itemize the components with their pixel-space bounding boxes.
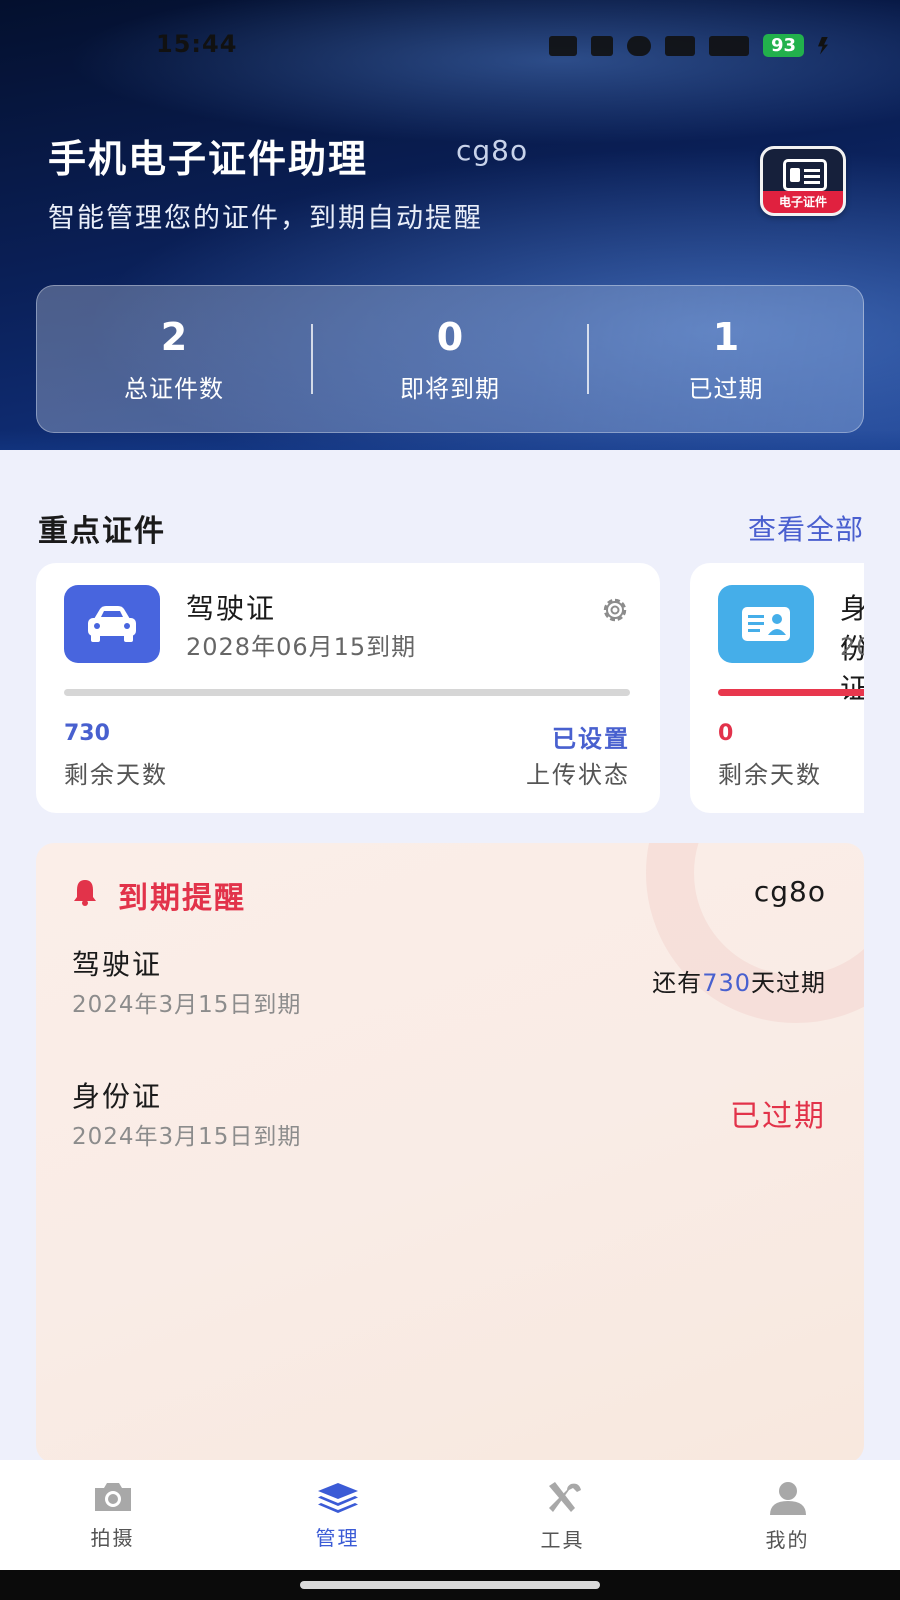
reminder-expired-status: 已过期 xyxy=(730,1099,826,1134)
tab-profile[interactable]: 我的 xyxy=(675,1460,900,1570)
tab-label: 工具 xyxy=(540,1528,585,1552)
logo-label: 电子证件 xyxy=(763,191,843,213)
doc-name: 驾驶证 xyxy=(186,592,277,625)
status-icons: 93 xyxy=(548,34,828,57)
upload-status-label: 上传状态 xyxy=(526,761,630,789)
stat-value: 1 xyxy=(712,314,740,359)
tab-manage[interactable]: 管理 xyxy=(225,1460,450,1570)
upload-status-value: 已设置 xyxy=(552,725,630,753)
car-icon xyxy=(64,585,160,663)
days-remaining-label: 剩余天数 xyxy=(64,761,168,789)
expiry-reminder-panel: 到期提醒 cg8o 驾驶证 2024年3月15日到期 还有730天过期 身份证 … xyxy=(36,843,864,1463)
tab-label: 拍摄 xyxy=(90,1526,135,1550)
doc-expiry: 2024年03月15到期 xyxy=(840,633,864,661)
battery-indicator: 93 xyxy=(762,34,804,57)
reminder-doc-name: 身份证 xyxy=(72,1080,163,1113)
stat-total[interactable]: 2 总证件数 xyxy=(37,315,311,404)
stat-value: 2 xyxy=(160,314,188,359)
user-icon xyxy=(769,1482,806,1515)
status-days: 730 xyxy=(702,969,751,997)
gear-icon[interactable] xyxy=(598,593,632,631)
app-logo[interactable]: 电子证件 xyxy=(760,146,846,216)
stat-label: 已过期 xyxy=(688,374,764,403)
location-icon xyxy=(626,35,651,56)
days-remaining: 0 xyxy=(718,721,734,746)
stat-label: 总证件数 xyxy=(124,374,224,403)
status-bar: 15:44 93 xyxy=(0,30,900,64)
tab-label: 管理 xyxy=(315,1526,360,1550)
tab-capture[interactable]: 拍摄 xyxy=(0,1460,225,1570)
signal-icon xyxy=(708,35,749,56)
bottom-tab-bar: 拍摄 管理 工具 我的 xyxy=(0,1460,900,1570)
doc-expiry: 2028年06月15到期 xyxy=(186,633,417,661)
days-remaining: 730 xyxy=(64,721,110,746)
bell-icon xyxy=(70,877,100,911)
reminder-doc-date: 2024年3月15日到期 xyxy=(72,1124,302,1150)
id-card-icon xyxy=(718,585,814,663)
stat-expiring[interactable]: 0 即将到期 xyxy=(313,315,587,404)
charging-icon xyxy=(818,36,828,55)
section-title: 重点证件 xyxy=(38,514,166,549)
tab-tools[interactable]: 工具 xyxy=(450,1460,675,1570)
tools-icon xyxy=(548,1482,581,1512)
view-all-link[interactable]: 查看全部 xyxy=(748,508,864,548)
logo-top xyxy=(763,149,843,197)
days-remaining-label: 剩余天数 xyxy=(718,761,822,789)
layers-icon xyxy=(317,1483,358,1513)
stat-value: 0 xyxy=(436,314,464,359)
app-title: 手机电子证件助理 xyxy=(48,137,369,181)
id-card-icon xyxy=(783,159,827,191)
notification-icon xyxy=(548,35,577,56)
app-code: cg8o xyxy=(456,134,529,167)
system-nav-bar xyxy=(0,1570,900,1600)
reminder-doc-date: 2024年3月15日到期 xyxy=(72,992,302,1018)
progress-bar xyxy=(718,689,864,696)
stat-expired[interactable]: 1 已过期 xyxy=(589,315,863,404)
header-banner: 15:44 93 手机电子证件助理 cg8o 智能管理您的证件，到期自动提醒 电… xyxy=(0,0,900,450)
reminder-code: cg8o xyxy=(753,875,826,908)
doc-card-driving-license[interactable]: 驾驶证 2028年06月15到期 730 剩余天数 已设置 上传状态 xyxy=(36,563,660,813)
progress-bar xyxy=(64,689,630,696)
reminder-title: 到期提醒 xyxy=(118,881,246,916)
home-indicator[interactable] xyxy=(300,1581,600,1589)
reminder-doc-name: 驾驶证 xyxy=(72,948,163,981)
app-subtitle: 智能管理您的证件，到期自动提醒 xyxy=(48,203,483,234)
status-prefix: 还有 xyxy=(652,969,703,997)
message-icon xyxy=(590,35,613,56)
wifi-icon xyxy=(664,35,695,56)
reminder-status: 还有730天过期 xyxy=(652,963,826,998)
tab-label: 我的 xyxy=(765,1528,810,1552)
stat-label: 即将到期 xyxy=(400,374,500,403)
status-time: 15:44 xyxy=(156,30,238,58)
stats-panel: 2 总证件数 0 即将到期 1 已过期 xyxy=(36,285,864,433)
doc-card-id-card[interactable]: 身份证 2024年03月15到期 0 剩余天数 xyxy=(690,563,864,813)
camera-icon xyxy=(94,1483,131,1511)
status-suffix: 天过期 xyxy=(751,969,826,997)
